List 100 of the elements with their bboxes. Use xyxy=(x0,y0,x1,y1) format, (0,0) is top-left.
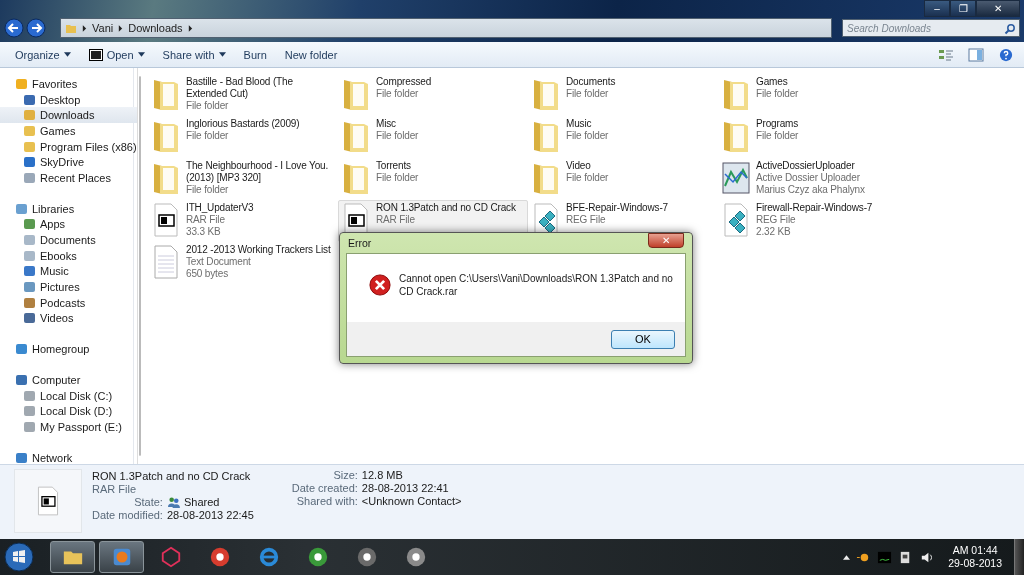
start-button[interactable] xyxy=(4,542,34,572)
sidebar-item[interactable]: Desktop xyxy=(0,91,137,108)
file-item[interactable]: Bastille - Bad Blood (The Extended Cut) File folder xyxy=(148,74,338,116)
sidebar-item[interactable]: Podcasts xyxy=(0,294,137,311)
clock-time[interactable]: AM 01:44 xyxy=(952,544,998,557)
sidebar-item[interactable]: Local Disk (D:) xyxy=(0,403,137,420)
sidebar-item[interactable]: Videos xyxy=(0,310,137,327)
property-value: <Unknown Contact> xyxy=(361,495,462,508)
show-hidden-icons-button[interactable] xyxy=(843,554,851,560)
address-bar[interactable]: Vani Downloads xyxy=(60,18,832,38)
file-name: Documents xyxy=(566,76,616,88)
monitor-icon[interactable] xyxy=(877,549,893,565)
error-icon xyxy=(369,274,391,296)
show-desktop-button[interactable] xyxy=(1014,539,1024,575)
file-name: ActiveDossierUploader xyxy=(756,160,856,172)
file-name: Video xyxy=(566,160,592,172)
file-item[interactable]: ActiveDossierUploader Active Dossier Uploader Marius Czyz aka Phalynx xyxy=(718,158,908,200)
file-item[interactable]: Firewall-Repair-Windows-7 REG File 2.32 KB xyxy=(718,200,908,242)
close-button[interactable]: ✕ xyxy=(976,0,1020,17)
forward-icon[interactable] xyxy=(26,18,46,38)
globe-icon xyxy=(257,546,280,568)
file-item[interactable]: Misc File folder xyxy=(338,116,528,158)
file-name: Music xyxy=(566,118,593,130)
file-info: RAR File xyxy=(376,213,416,226)
file-info: Marius Czyz aka Phalynx xyxy=(756,183,865,196)
file-item[interactable]: Inglorious Bastards (2009) File folder xyxy=(148,116,338,158)
file-item[interactable]: Music File folder xyxy=(528,116,718,158)
sidebar-item[interactable]: Program Files (x86) xyxy=(0,138,137,155)
sidebar-item[interactable]: Ebooks xyxy=(0,247,137,264)
restore-button[interactable]: ❐ xyxy=(950,0,976,17)
property-label: Size: xyxy=(332,469,358,482)
breadcrumb[interactable]: Vani xyxy=(92,22,114,34)
file-item[interactable]: The Neighbourhood - I Love You. (2013) [MP3 320] File folder xyxy=(148,158,338,200)
help-icon[interactable] xyxy=(998,47,1014,62)
file-item[interactable]: Games File folder xyxy=(718,74,908,116)
breadcrumb[interactable]: Downloads xyxy=(128,22,183,34)
clock-date[interactable]: 29-08-2013 xyxy=(948,557,1002,570)
property-value: Shared xyxy=(183,496,220,509)
property-label: Date modified: xyxy=(92,509,163,522)
ok-button[interactable]: OK xyxy=(611,329,675,349)
search-field[interactable]: Search Downloads xyxy=(842,19,1020,37)
sidebar-item[interactable]: Local Disk (C:) xyxy=(0,387,137,404)
sidebar-item[interactable]: Apps xyxy=(0,216,137,233)
taskbar-app-button[interactable] xyxy=(50,541,95,573)
file-name: Games xyxy=(756,76,789,88)
sidebar-item[interactable]: My Passport (E:) xyxy=(0,419,137,435)
archive-file-icon xyxy=(35,485,61,517)
archive-file-icon xyxy=(151,202,181,238)
file-item[interactable]: Compressed File folder xyxy=(338,74,528,116)
property-label: Date created: xyxy=(291,482,358,495)
sidebar-item[interactable]: Documents xyxy=(0,232,137,248)
people-icon xyxy=(166,497,180,508)
sidebar-item[interactable]: Games xyxy=(0,123,137,139)
file-info: REG File xyxy=(756,213,797,226)
scrollbar[interactable] xyxy=(136,68,138,464)
folder-icon xyxy=(65,22,77,34)
chevron-icon[interactable] xyxy=(187,24,193,32)
file-item[interactable]: Programs File folder xyxy=(718,116,908,158)
sidebar-item[interactable]: Recent Places xyxy=(0,170,137,186)
minimize-button[interactable]: – xyxy=(924,0,950,17)
sidebar-heading[interactable]: Computer xyxy=(0,372,137,388)
file-info: File folder xyxy=(756,129,799,142)
file-item[interactable]: 2012 -2013 Working Trackers List Text Document 650 bytes xyxy=(148,242,338,284)
sidebar-item[interactable]: Pictures xyxy=(0,279,137,295)
chevron-icon[interactable] xyxy=(82,24,87,32)
back-icon[interactable] xyxy=(4,18,24,38)
file-info: File folder xyxy=(186,129,230,142)
toolbar-button[interactable]: Open xyxy=(79,45,154,64)
file-item[interactable]: Video File folder xyxy=(528,158,718,200)
toolbar-button[interactable]: Share with xyxy=(153,45,235,64)
file-item[interactable]: Torrents File folder xyxy=(338,158,528,200)
registry-file-icon xyxy=(721,202,751,238)
chevron-icon[interactable] xyxy=(118,24,124,32)
sidebar-heading[interactable]: Network xyxy=(0,449,137,466)
file-item[interactable]: ITH_UpdaterV3 RAR File 33.3 KB xyxy=(148,200,338,242)
sidebar-item[interactable]: Music xyxy=(0,263,137,280)
toolbar-button[interactable]: Burn xyxy=(234,45,276,64)
file-name: Programs xyxy=(756,118,799,130)
file-info: Active Dossier Uploader xyxy=(756,171,861,184)
sidebar-item[interactable]: Downloads xyxy=(0,107,137,124)
toolbar-button[interactable]: New folder xyxy=(275,45,347,64)
sidebar-heading[interactable]: Favorites xyxy=(0,76,137,92)
property-label: Shared with: xyxy=(295,495,358,508)
file-info: RAR File xyxy=(186,213,226,226)
file-info: File folder xyxy=(756,87,799,100)
hexagon-icon xyxy=(159,546,182,568)
search-icon xyxy=(1004,23,1016,35)
file-info: File folder xyxy=(376,87,420,100)
chart-app-icon xyxy=(721,160,751,196)
toolbar-button[interactable]: Organize xyxy=(6,45,80,64)
file-name: Bastille - Bad Blood (The Extended Cut) xyxy=(186,76,294,100)
view-options-icon[interactable] xyxy=(938,47,954,62)
file-item[interactable]: Documents File folder xyxy=(528,74,718,116)
archive-icon xyxy=(88,48,103,61)
sidebar-item[interactable]: SkyDrive xyxy=(0,154,137,171)
file-name: RON 1.3Patch and no CD Crack xyxy=(92,469,252,483)
sidebar-heading[interactable]: Homegroup xyxy=(0,341,137,357)
sidebar-heading[interactable]: Libraries xyxy=(0,200,137,217)
file-info: 33.3 KB xyxy=(186,225,222,238)
file-info: File folder xyxy=(566,87,610,100)
